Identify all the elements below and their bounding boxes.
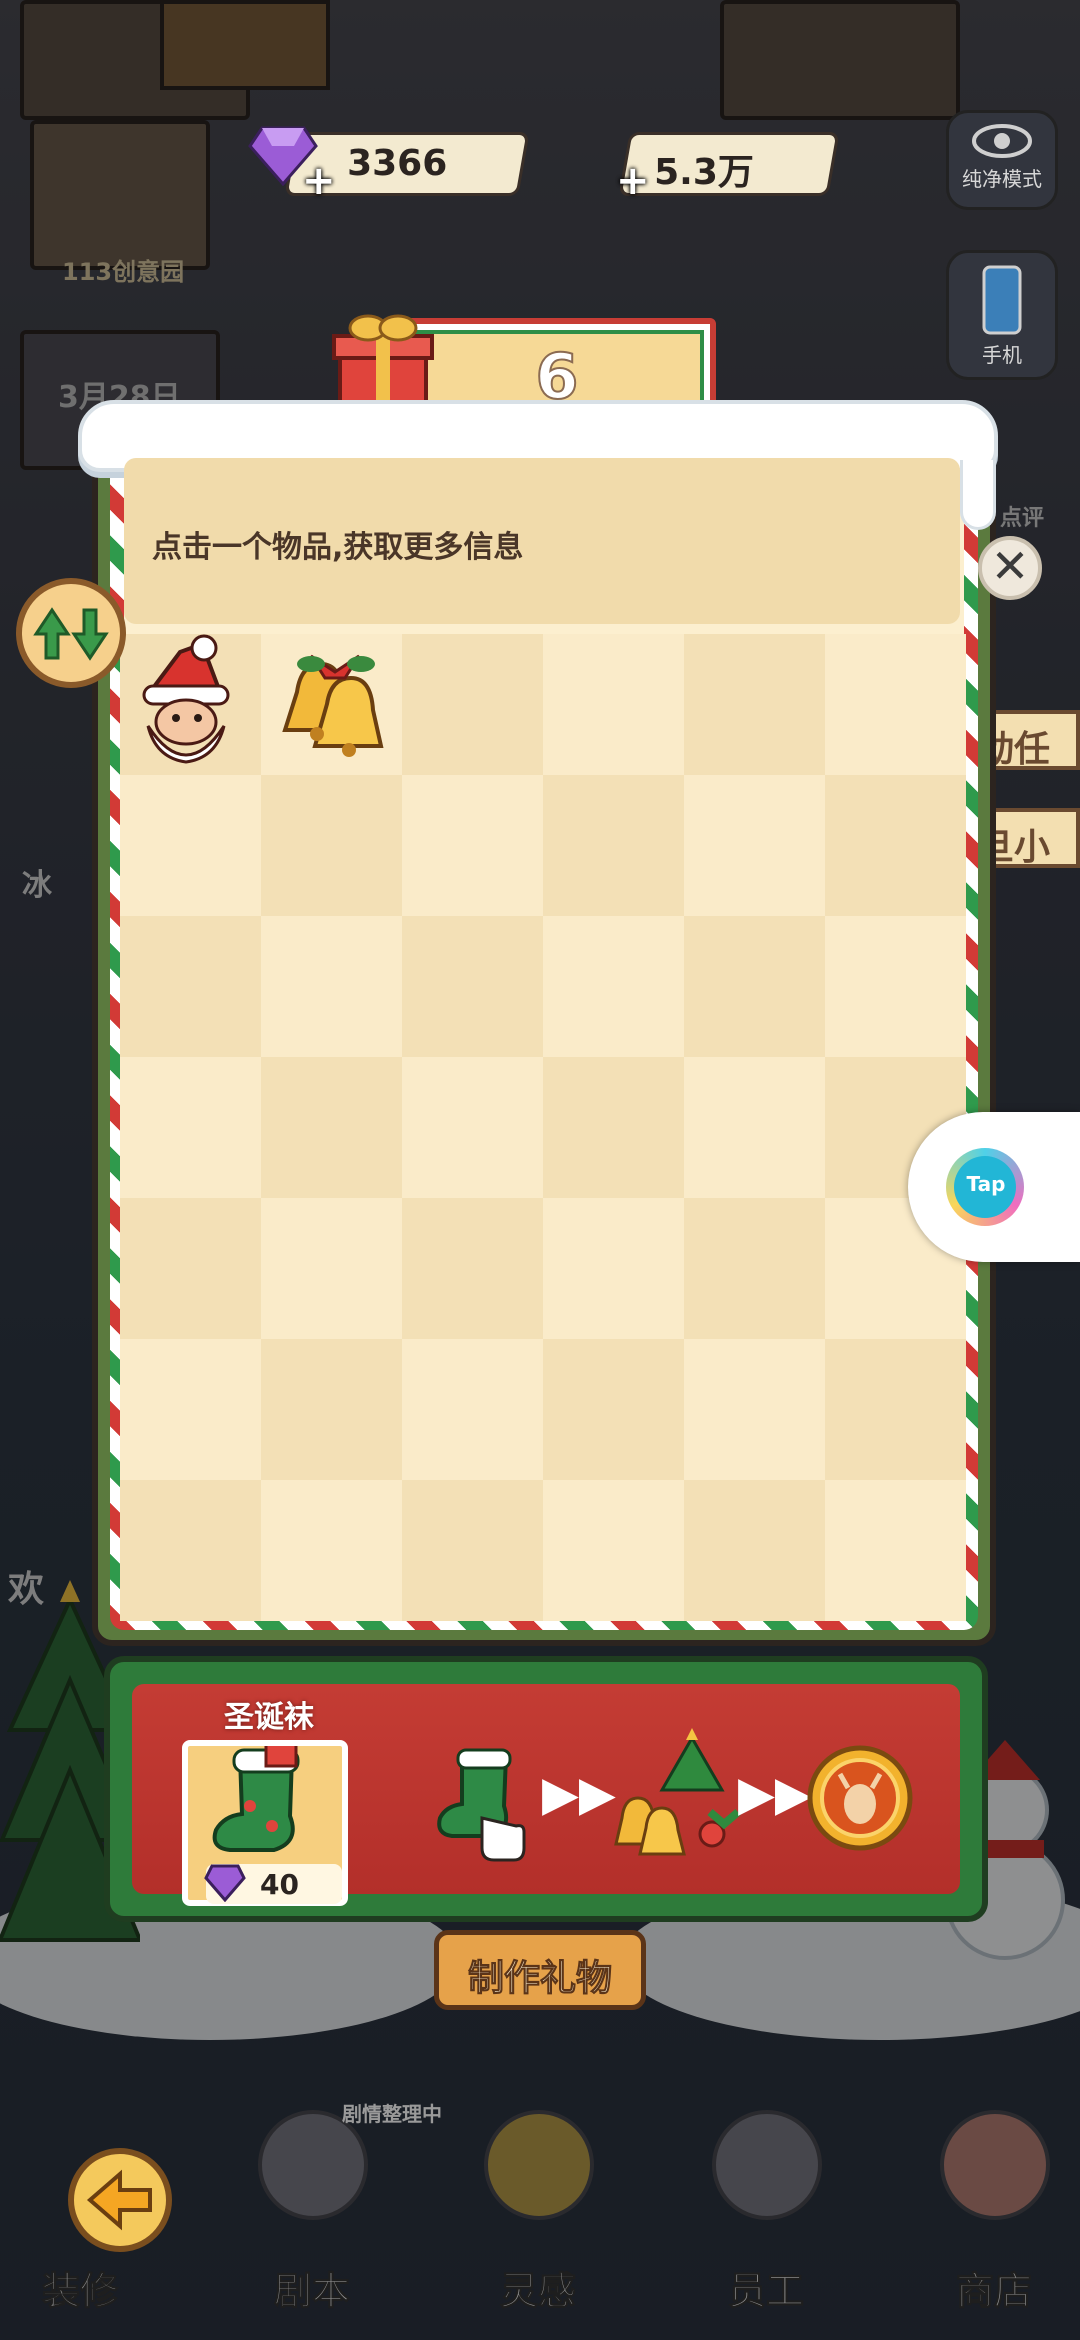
info-box: 点击一个物品,获取更多信息: [124, 458, 960, 624]
make-gift-button[interactable]: 制作礼物: [434, 1930, 646, 2010]
eye-icon: [972, 124, 1032, 158]
grid-cell[interactable]: [402, 1339, 543, 1480]
tap-floating-button[interactable]: Tap: [908, 1112, 1080, 1262]
golden-bells-icon[interactable]: [261, 634, 402, 775]
grid-cell[interactable]: [825, 1339, 966, 1480]
grid-cell[interactable]: [402, 1198, 543, 1339]
grid-cell[interactable]: [684, 1057, 825, 1198]
grid-cell[interactable]: [825, 1480, 966, 1621]
stocking-price-value: 40: [260, 1868, 299, 1901]
crafting-banner: 圣诞袜 40 ▶▶ ▶▶: [104, 1656, 988, 1922]
grid-cell[interactable]: [543, 634, 684, 775]
grid-cell[interactable]: [120, 1480, 261, 1621]
banner-title: 圣诞袜: [224, 1700, 314, 1735]
pure-mode-label: 纯净模式: [962, 167, 1042, 191]
make-gift-label: 制作礼物: [467, 1958, 612, 2000]
stocking-price: 40: [204, 1864, 342, 1904]
grid-cell[interactable]: [261, 916, 402, 1057]
add-cash-icon[interactable]: +: [616, 158, 650, 204]
grid-cell[interactable]: [261, 634, 402, 775]
grid-cell[interactable]: [402, 775, 543, 916]
grid-cell[interactable]: [543, 1198, 684, 1339]
nav-script-label: 剧本: [273, 2269, 350, 2314]
grid-cell[interactable]: [120, 1198, 261, 1339]
grid-cell[interactable]: [120, 1057, 261, 1198]
crafting-banner-inner: 圣诞袜 40 ▶▶ ▶▶: [132, 1684, 960, 1906]
sort-arrows-icon: [33, 607, 109, 661]
grid-cell[interactable]: [825, 634, 966, 775]
nav-staff[interactable]: 员工: [696, 2110, 836, 2314]
grid-cell[interactable]: [684, 1339, 825, 1480]
add-gems-icon[interactable]: +: [302, 158, 336, 204]
grid-cell[interactable]: [261, 1480, 402, 1621]
grid-cell[interactable]: [261, 775, 402, 916]
close-button[interactable]: ✕: [978, 536, 1042, 600]
nav-staff-label: 员工: [727, 2269, 804, 2314]
purple-gem-icon: [204, 1864, 246, 1902]
gem-count: 3366: [347, 143, 448, 184]
stocking-icon: [212, 1742, 300, 1852]
santa-head-icon[interactable]: [120, 634, 261, 775]
grid-cell[interactable]: [120, 1339, 261, 1480]
grid-cell[interactable]: [402, 1480, 543, 1621]
reindeer-coin-icon: [807, 1745, 913, 1851]
close-icon: ✕: [990, 539, 1030, 593]
tap-label: Tap: [966, 1172, 1006, 1196]
grid-cell[interactable]: [684, 916, 825, 1057]
lightbulb-icon: [484, 2110, 594, 2220]
nav-shop-label: 商店: [955, 2269, 1032, 2314]
grid-cell[interactable]: [684, 775, 825, 916]
grid-cell[interactable]: [825, 775, 966, 916]
pure-mode-button[interactable]: 纯净模式: [946, 110, 1058, 210]
nav-script[interactable]: 剧本: [242, 2110, 382, 2314]
nav-shop[interactable]: 商店: [924, 2110, 1064, 2314]
script-status: 剧情整理中: [342, 2102, 442, 2126]
shop-box-icon: [940, 2110, 1050, 2220]
grid-cell[interactable]: [120, 775, 261, 916]
grid-cell[interactable]: [120, 634, 261, 775]
grid-cell[interactable]: [402, 634, 543, 775]
nav-decorate-label: 装修: [41, 2269, 118, 2314]
nav-decorate[interactable]: 装修: [10, 2110, 150, 2314]
icicle: [960, 460, 996, 530]
grid-cell[interactable]: [543, 1057, 684, 1198]
grid-cell[interactable]: [120, 916, 261, 1057]
grid-cell[interactable]: [684, 1198, 825, 1339]
phone-label: 手机: [982, 343, 1022, 367]
grid-cell[interactable]: [543, 1339, 684, 1480]
stocking-tap-icon: [437, 1748, 526, 1862]
cash-count: 5.3万: [654, 152, 754, 193]
nav-inspiration[interactable]: 灵感: [468, 2110, 608, 2314]
stocking-card[interactable]: 40: [182, 1740, 348, 1906]
nav-inspiration-label: 灵感: [499, 2269, 576, 2314]
grid-cell[interactable]: [543, 775, 684, 916]
cash-counter[interactable]: 5.3万: [618, 132, 840, 196]
info-text: 点击一个物品,获取更多信息: [152, 530, 524, 565]
grid-cell[interactable]: [684, 1480, 825, 1621]
grid-cell[interactable]: [261, 1339, 402, 1480]
phone-button[interactable]: 手机: [946, 250, 1058, 380]
grid-cell[interactable]: [543, 1480, 684, 1621]
grid-cell[interactable]: [261, 1057, 402, 1198]
phone-icon: [982, 265, 1022, 335]
id-card-icon: [712, 2110, 822, 2220]
grid-cell[interactable]: [543, 916, 684, 1057]
inventory-grid: [120, 634, 966, 1624]
grid-cell[interactable]: [402, 916, 543, 1057]
grid-cell[interactable]: [402, 1057, 543, 1198]
grid-cell[interactable]: [684, 634, 825, 775]
grid-cell[interactable]: [825, 916, 966, 1057]
sort-button[interactable]: [16, 578, 126, 688]
tree-and-bells-icon: [614, 1728, 741, 1856]
grid-cell[interactable]: [261, 1198, 402, 1339]
